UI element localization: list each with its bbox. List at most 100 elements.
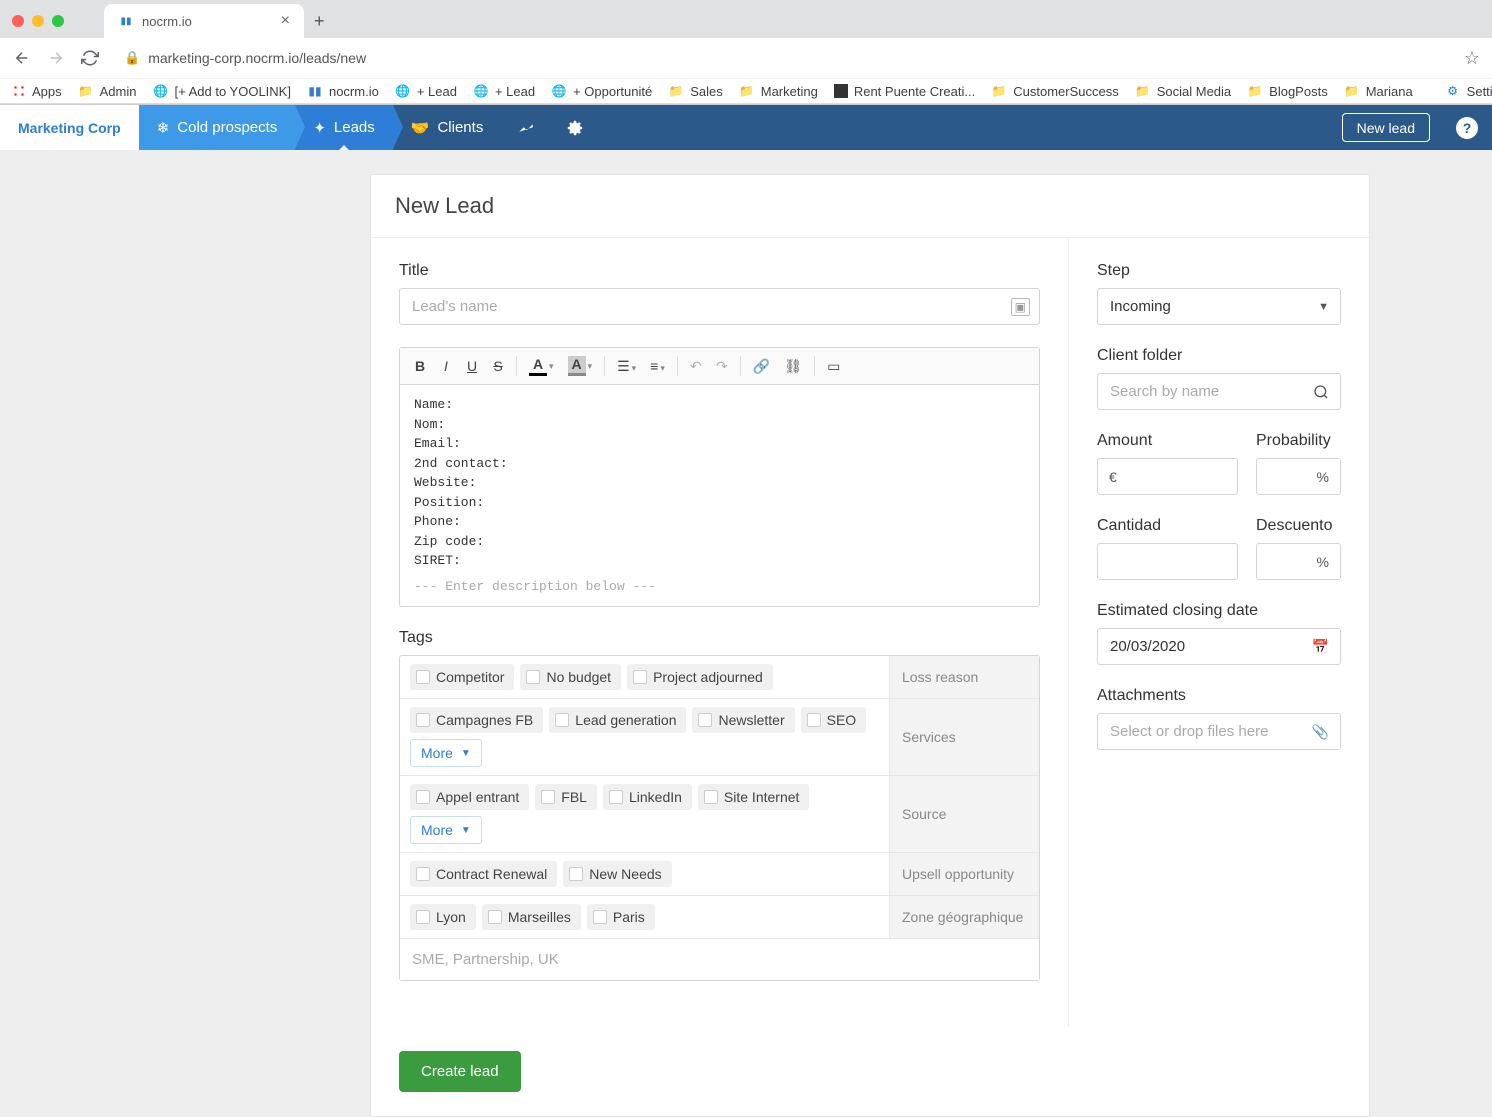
tag-chip[interactable]: Campagnes FB xyxy=(410,707,543,733)
undo-button[interactable]: ↶ xyxy=(684,354,708,379)
help-icon: ? xyxy=(1456,117,1478,139)
tag-freetext-input[interactable] xyxy=(400,939,1039,980)
browser-tab-active[interactable]: ▮▮ nocrm.io × xyxy=(104,4,304,38)
window-minimize[interactable] xyxy=(32,15,44,27)
tab-bar: ▮▮ nocrm.io × + xyxy=(0,0,1492,38)
tags-label: Tags xyxy=(399,629,1040,647)
underline-button[interactable]: U xyxy=(460,354,484,378)
editor-textarea[interactable]: Name: Nom: Email: 2nd contact: Website: … xyxy=(400,385,1039,606)
tag-chip[interactable]: Newsletter xyxy=(692,707,794,733)
nav-tab-label: Clients xyxy=(437,119,483,136)
tag-more-button[interactable]: More▼ xyxy=(410,739,482,767)
nav-tab-label: Leads xyxy=(334,119,375,136)
bookmark-item[interactable]: 🌐[+ Add to YOOLINK] xyxy=(153,83,291,99)
bookmark-item[interactable]: 🌐+ Lead xyxy=(473,83,535,99)
text-color-button[interactable]: A▾ xyxy=(523,352,560,380)
bookmark-label: nocrm.io xyxy=(329,84,379,99)
tag-chip[interactable]: Competitor xyxy=(410,664,514,690)
bookmark-star-icon[interactable]: ☆ xyxy=(1464,48,1480,69)
lead-name-input[interactable] xyxy=(399,288,1040,325)
create-lead-button[interactable]: Create lead xyxy=(399,1051,521,1092)
bookmark-label: + Lead xyxy=(417,84,457,99)
new-tab-button[interactable]: + xyxy=(304,7,335,36)
bookmark-item[interactable]: 📁Sales xyxy=(668,83,723,99)
amount-input[interactable] xyxy=(1097,458,1238,495)
tag-more-button[interactable]: More▼ xyxy=(410,816,482,844)
tag-chip[interactable]: Lyon xyxy=(410,904,476,930)
strikethrough-button[interactable]: S xyxy=(486,354,510,378)
tag-chip[interactable]: Lead generation xyxy=(549,707,686,733)
bookmark-label: [+ Add to YOOLINK] xyxy=(175,84,291,99)
bookmark-label: CustomerSuccess xyxy=(1013,84,1118,99)
bookmark-item[interactable]: 📁Social Media xyxy=(1135,83,1231,99)
attachments-input[interactable] xyxy=(1097,713,1341,750)
client-folder-search[interactable] xyxy=(1097,373,1341,410)
tag-label: Marseilles xyxy=(508,909,571,925)
checkbox-icon xyxy=(416,790,430,804)
bookmark-item[interactable]: 📁CustomerSuccess xyxy=(991,83,1118,99)
brand-label[interactable]: Marketing Corp xyxy=(0,105,139,150)
step-select[interactable]: Incoming xyxy=(1097,288,1341,325)
nav-back-button[interactable] xyxy=(12,48,32,68)
nav-tab-cold-prospects[interactable]: ❄ Cold prospects xyxy=(139,105,296,150)
tab-close-icon[interactable]: × xyxy=(281,12,290,30)
bookmark-item[interactable]: Rent Puente Creati... xyxy=(834,84,975,99)
nav-tab-leads[interactable]: ✦ Leads xyxy=(295,105,392,150)
vcard-icon[interactable]: ▣ xyxy=(1011,298,1030,316)
unordered-list-button[interactable]: ☰▾ xyxy=(611,354,642,379)
help-button[interactable]: ? xyxy=(1442,105,1492,150)
tag-chip[interactable]: Marseilles xyxy=(482,904,581,930)
bookmark-item[interactable]: 📁BlogPosts xyxy=(1247,83,1328,99)
lead-card: New Lead Title ▣ B I U S xyxy=(370,174,1370,1117)
tag-label: Lead generation xyxy=(575,712,676,728)
nav-reload-button[interactable] xyxy=(80,48,100,68)
bookmark-label: Apps xyxy=(32,84,62,99)
tag-chip[interactable]: FBL xyxy=(535,784,597,810)
bookmark-item[interactable]: ⚙Settings xyxy=(1445,83,1492,99)
nav-forward-button[interactable] xyxy=(46,48,66,68)
tag-chip[interactable]: Site Internet xyxy=(698,784,810,810)
window-close[interactable] xyxy=(12,15,24,27)
link-button[interactable]: 🔗 xyxy=(747,354,776,379)
paperclip-icon[interactable]: 📎 xyxy=(1312,723,1329,740)
search-icon[interactable] xyxy=(1313,384,1329,400)
bookmark-item[interactable]: 📁Admin xyxy=(78,83,137,99)
tag-chip[interactable]: SEO xyxy=(801,707,867,733)
tag-chip[interactable]: LinkedIn xyxy=(603,784,692,810)
tag-chip[interactable]: No budget xyxy=(520,664,621,690)
tag-chip[interactable]: New Needs xyxy=(563,861,671,887)
calendar-icon[interactable]: 📅 xyxy=(1312,638,1329,655)
closing-date-input[interactable] xyxy=(1097,628,1341,665)
nav-settings-button[interactable] xyxy=(551,105,599,150)
highlight-color-button[interactable]: A▾ xyxy=(562,352,599,380)
tag-chip[interactable]: Project adjourned xyxy=(627,664,773,690)
bookmark-item[interactable]: 🌐+ Lead xyxy=(395,83,457,99)
tag-chip[interactable]: Contract Renewal xyxy=(410,861,557,887)
percent-symbol: % xyxy=(1317,554,1329,570)
bookmark-item[interactable]: ▮▮nocrm.io xyxy=(307,83,379,99)
lock-icon: 🔒 xyxy=(124,50,140,66)
nav-stats-button[interactable] xyxy=(501,105,551,150)
sparkle-icon: ✦ xyxy=(313,119,326,137)
ordered-list-button[interactable]: ≡▾ xyxy=(644,354,671,378)
window-maximize[interactable] xyxy=(52,15,64,27)
italic-button[interactable]: I xyxy=(434,354,458,378)
unlink-button[interactable]: ⛓ xyxy=(778,354,808,379)
bookmark-item[interactable]: Apps xyxy=(12,84,62,99)
url-box[interactable]: 🔒 marketing-corp.nocrm.io/leads/new xyxy=(110,44,1454,72)
bookmark-item[interactable]: 📁Marketing xyxy=(739,83,818,99)
bold-button[interactable]: B xyxy=(408,354,432,378)
chevron-down-icon: ▼ xyxy=(461,748,471,759)
nav-tab-clients[interactable]: 🤝 Clients xyxy=(393,105,502,150)
new-lead-button[interactable]: New lead xyxy=(1342,113,1430,142)
cantidad-label: Cantidad xyxy=(1097,517,1238,535)
redo-button[interactable]: ↷ xyxy=(710,354,734,379)
tag-chip[interactable]: Paris xyxy=(587,904,655,930)
bookmark-item[interactable]: 📁Mariana xyxy=(1344,83,1413,99)
tag-chip[interactable]: Appel entrant xyxy=(410,784,529,810)
fullscreen-button[interactable]: ▭ xyxy=(821,354,846,379)
cantidad-input[interactable] xyxy=(1097,543,1238,580)
bookmark-item[interactable]: 🌐+ Opportunité xyxy=(551,83,652,99)
bookmark-label: Sales xyxy=(690,84,723,99)
side-column: Step Incoming ▼ Client folder Amount xyxy=(1069,238,1369,1027)
